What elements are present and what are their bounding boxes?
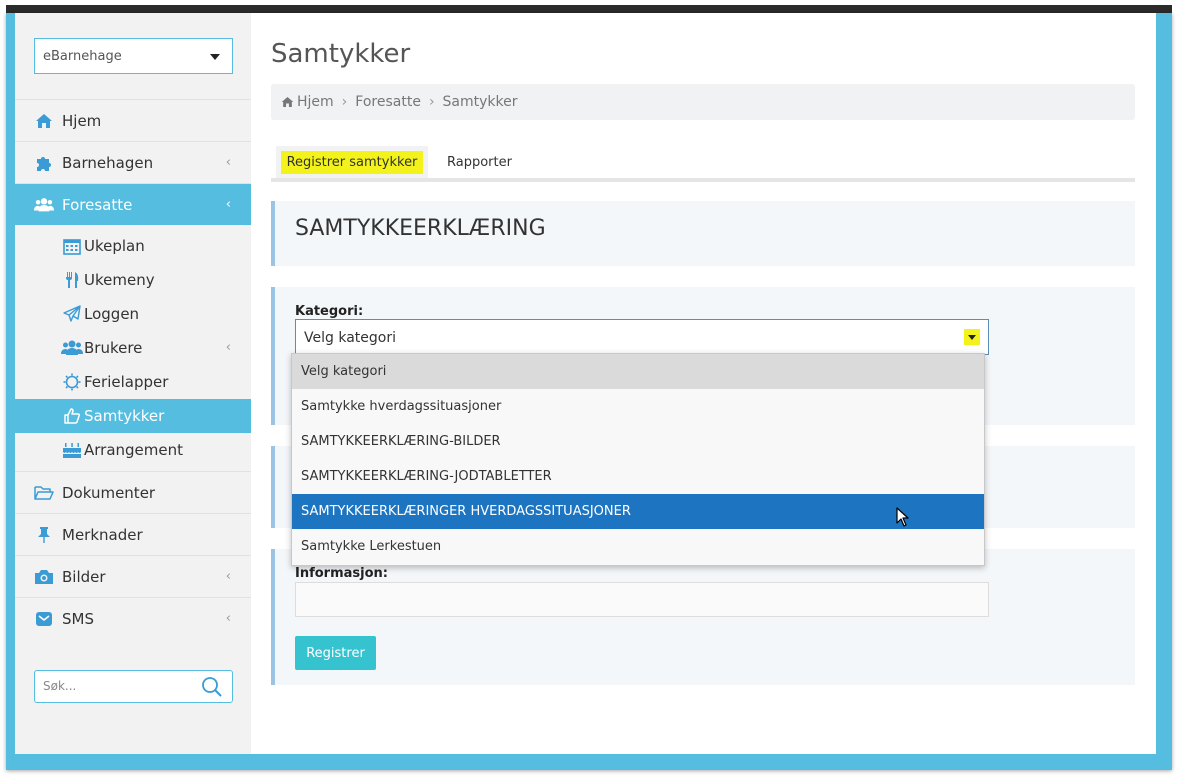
- tab-label: Rapporter: [447, 154, 512, 170]
- category-dropdown-list: Velg kategori Samtykke hverdagssituasjon…: [291, 353, 985, 566]
- sidebar-subitem-ukemeny[interactable]: Ukemeny: [15, 263, 251, 297]
- sun-icon: [61, 372, 83, 392]
- home-icon: [281, 96, 294, 108]
- search-icon[interactable]: [201, 676, 223, 701]
- sidebar-item-barnehagen[interactable]: Barnehagen ‹: [15, 141, 251, 183]
- breadcrumb-link-foresatte[interactable]: Foresatte: [355, 94, 421, 110]
- sidebar-subitem-ferielapper[interactable]: Ferielapper: [15, 365, 251, 399]
- chevron-down-icon: ‹: [225, 197, 231, 212]
- tab-bar: Registrer samtykker Rapporter: [271, 146, 1135, 182]
- sidebar-item-label: Hjem: [62, 111, 102, 130]
- sidebar-item-label: Bilder: [62, 567, 106, 586]
- sidebar-nav: Hjem Barnehagen ‹ Foresatte ‹ Ukeplan Uk…: [15, 99, 251, 639]
- calendar-icon: [61, 236, 83, 256]
- sidebar-item-foresatte[interactable]: Foresatte ‹: [15, 183, 251, 225]
- dropdown-option[interactable]: SAMTYKKEERKLÆRING-JODTABLETTER: [292, 459, 984, 494]
- dropdown-option[interactable]: Samtykke Lerkestuen: [292, 529, 984, 564]
- register-button[interactable]: Registrer: [295, 636, 376, 670]
- breadcrumb-link-hjem[interactable]: Hjem: [297, 94, 334, 110]
- breadcrumb: Hjem › Foresatte › Samtykker: [271, 84, 1135, 120]
- kindergarten-select-value: eBarnehage: [43, 49, 122, 64]
- sidebar-item-label: Barnehagen: [62, 153, 154, 172]
- sidebar-item-hjem[interactable]: Hjem: [15, 99, 251, 141]
- breadcrumb-separator: ›: [428, 94, 435, 110]
- dropdown-option[interactable]: Samtykke hverdagssituasjoner: [292, 389, 984, 424]
- sidebar-subitem-loggen[interactable]: Loggen: [15, 297, 251, 331]
- sidebar-subitem-label: Loggen: [84, 305, 140, 323]
- breadcrumb-current: Samtykker: [442, 94, 518, 110]
- dropdown-option[interactable]: SAMTYKKEERKLÆRINGER HVERDAGSSITUASJONER: [292, 494, 984, 529]
- info-card: Informasjon: Registrer: [271, 549, 1135, 685]
- users-icon: [61, 338, 83, 358]
- breadcrumb-separator: ›: [341, 94, 348, 110]
- tab-label: Registrer samtykker: [280, 150, 424, 174]
- sidebar-item-label: SMS: [62, 609, 94, 628]
- sidebar-item-label: Merknader: [62, 525, 143, 544]
- info-label: Informasjon:: [295, 566, 388, 581]
- users-icon: [34, 195, 54, 215]
- sidebar-subitem-ukeplan[interactable]: Ukeplan: [15, 229, 251, 263]
- info-input[interactable]: [295, 582, 989, 617]
- section-title: SAMTYKKEERKLÆRING: [295, 216, 546, 241]
- mouse-cursor-icon: [896, 507, 910, 531]
- envelope-icon: [34, 609, 54, 629]
- sidebar-subitem-label: Samtykker: [84, 407, 165, 425]
- main-content: Samtykker Hjem › Foresatte › Samtykker R…: [251, 13, 1156, 754]
- sidebar-subitem-label: Ferielapper: [84, 373, 169, 391]
- search-placeholder: Søk...: [43, 679, 77, 693]
- sidebar: eBarnehage Hjem Barnehagen ‹ Foresatte ‹…: [15, 13, 251, 754]
- folder-icon: [34, 483, 54, 503]
- sidebar-submenu: Ukeplan Ukemeny Loggen Brukere ‹ Feriela…: [15, 225, 251, 471]
- cutlery-icon: [61, 270, 83, 290]
- window-top-border: [6, 5, 1172, 13]
- sidebar-subitem-label: Arrangement: [84, 441, 184, 459]
- sidebar-item-label: Dokumenter: [62, 483, 156, 502]
- sidebar-subitem-label: Brukere: [84, 339, 143, 357]
- category-select[interactable]: Velg kategori: [295, 319, 989, 355]
- cake-icon: [61, 440, 83, 460]
- tab-rapporter[interactable]: Rapporter: [447, 146, 512, 178]
- sidebar-subitem-brukere[interactable]: Brukere ‹: [15, 331, 251, 365]
- puzzle-icon: [34, 153, 54, 173]
- sidebar-subitem-arrangement[interactable]: Arrangement: [15, 433, 251, 467]
- tab-registrer-samtykker[interactable]: Registrer samtykker: [276, 146, 428, 178]
- dropdown-option[interactable]: Velg kategori: [292, 354, 984, 389]
- chevron-left-icon: ‹: [225, 569, 231, 584]
- paper-plane-icon: [61, 304, 83, 324]
- sidebar-search-input[interactable]: Søk...: [34, 670, 233, 703]
- app-window: eBarnehage Hjem Barnehagen ‹ Foresatte ‹…: [15, 13, 1156, 754]
- sidebar-item-bilder[interactable]: Bilder ‹: [15, 555, 251, 597]
- kindergarten-select[interactable]: eBarnehage: [34, 38, 233, 74]
- sidebar-subitem-samtykker[interactable]: Samtykker: [15, 399, 251, 433]
- category-select-value: Velg kategori: [304, 330, 396, 346]
- category-label: Kategori:: [295, 304, 364, 319]
- dropdown-arrow-icon[interactable]: [964, 329, 980, 345]
- home-icon: [34, 111, 54, 131]
- sidebar-subitem-label: Ukeplan: [84, 237, 145, 255]
- title-card: SAMTYKKEERKLÆRING: [271, 201, 1135, 266]
- caret-down-icon: [210, 54, 220, 60]
- page-title: Samtykker: [271, 39, 411, 69]
- sidebar-item-dokumenter[interactable]: Dokumenter: [15, 471, 251, 513]
- sidebar-subitem-label: Ukemeny: [84, 271, 155, 289]
- sidebar-item-sms[interactable]: SMS ‹: [15, 597, 251, 639]
- thumbs-up-icon: [61, 406, 83, 426]
- chevron-left-icon: ‹: [225, 155, 231, 170]
- pin-icon: [34, 525, 54, 545]
- sidebar-item-merknader[interactable]: Merknader: [15, 513, 251, 555]
- chevron-left-icon: ‹: [225, 340, 231, 355]
- camera-icon: [34, 567, 54, 587]
- sidebar-item-label: Foresatte: [62, 195, 133, 214]
- chevron-left-icon: ‹: [225, 611, 231, 626]
- dropdown-option[interactable]: SAMTYKKEERKLÆRING-BILDER: [292, 424, 984, 459]
